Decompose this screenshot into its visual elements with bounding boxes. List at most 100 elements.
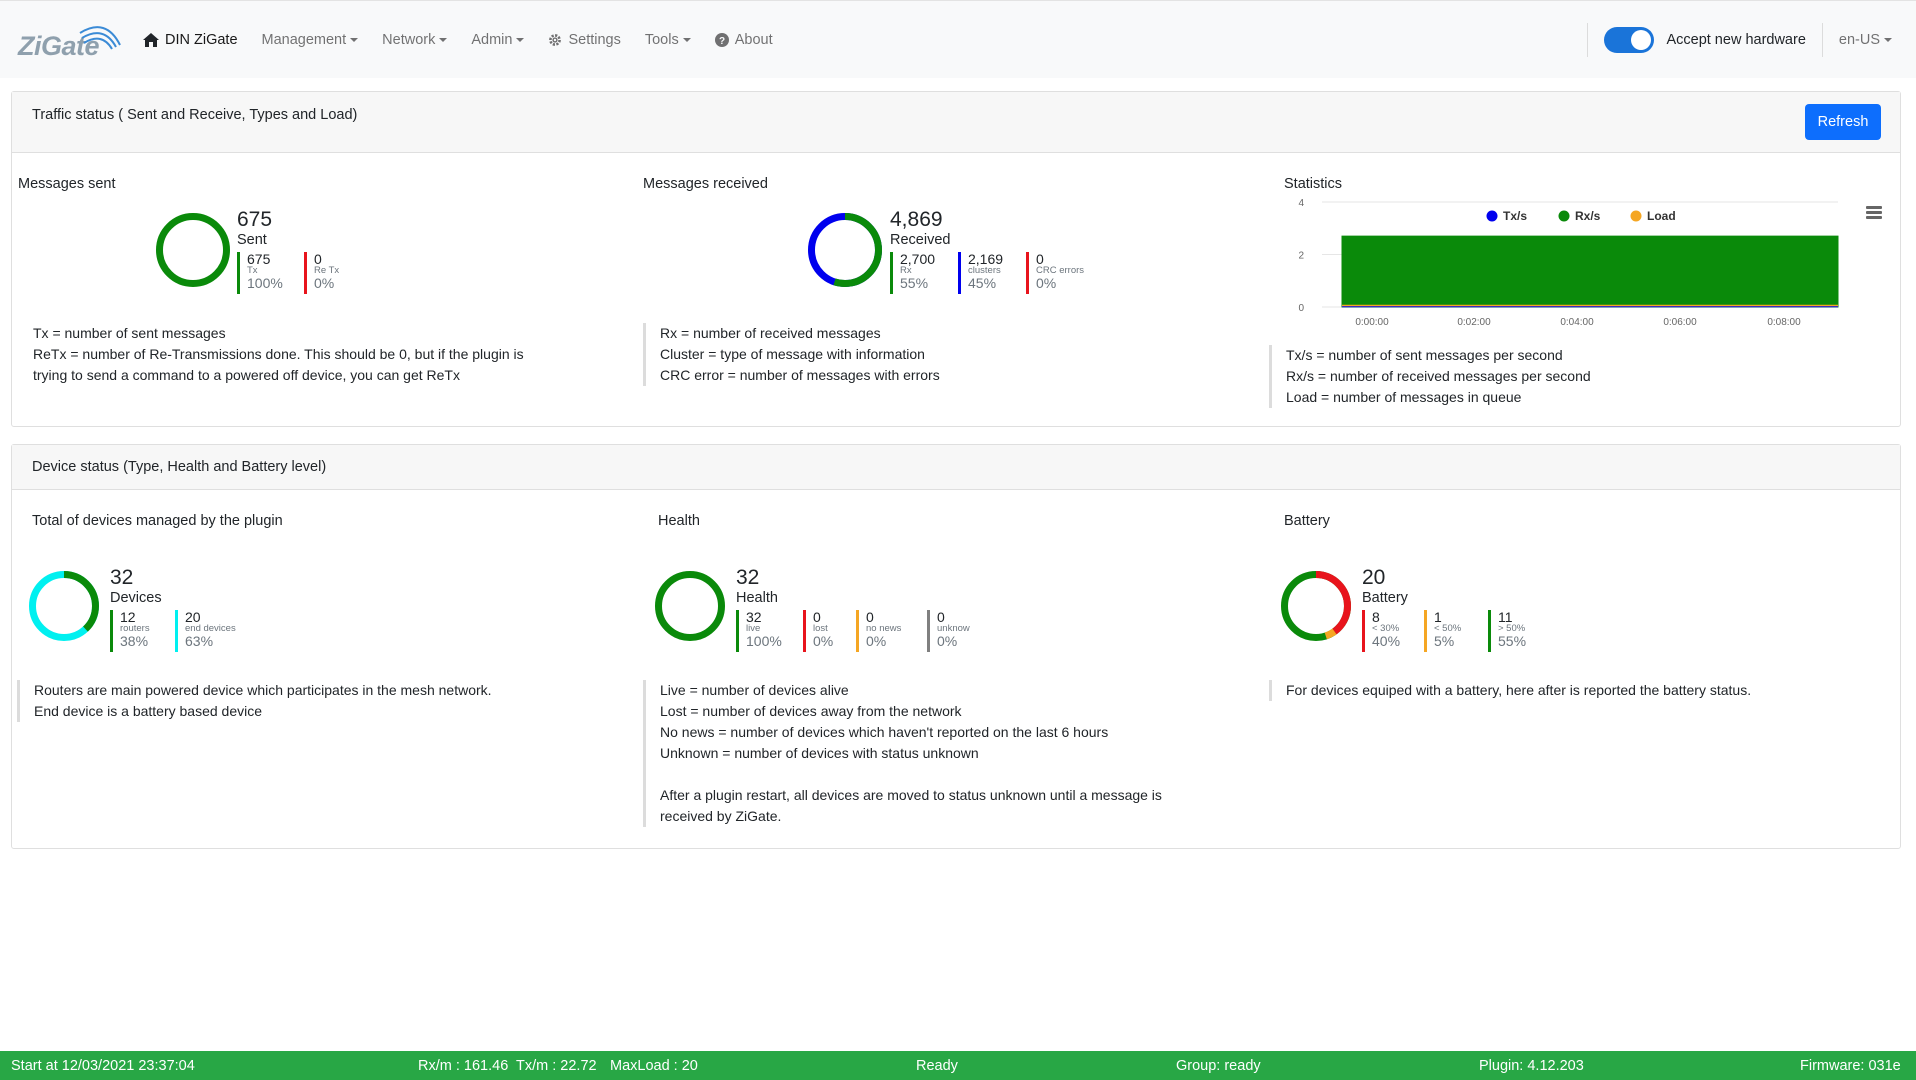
nav-menu: DIN ZiGate Management Network Admin Sett… bbox=[143, 1, 797, 79]
wifi-arc-icon bbox=[79, 26, 121, 50]
stat-value: 0 bbox=[1036, 251, 1044, 267]
stat-value: 32 bbox=[746, 609, 762, 625]
chart-x-tick: 0:08:00 bbox=[1767, 317, 1801, 328]
refresh-button[interactable]: Refresh bbox=[1805, 104, 1881, 140]
nav-management[interactable]: Management bbox=[262, 32, 359, 48]
toggle-knob bbox=[1631, 30, 1652, 50]
stat-routers: 12 routers 38% bbox=[110, 610, 150, 652]
note-line: Routers are main powered device which pa… bbox=[34, 682, 492, 698]
messages-received-total: 4,869 bbox=[890, 208, 943, 231]
battery-count-label: Battery bbox=[1362, 590, 1408, 606]
chart-y-tick: 2 bbox=[1298, 251, 1304, 262]
stat-no-news: 0 no news 0% bbox=[856, 610, 901, 652]
traffic-card-title: Traffic status ( Sent and Receive, Types… bbox=[32, 107, 358, 123]
nav-network[interactable]: Network bbox=[382, 32, 448, 48]
stat-clusters: 2,169 clusters 45% bbox=[958, 252, 1003, 294]
stat-rx: 2,700 Rx 55% bbox=[890, 252, 935, 294]
battery-notes: For devices equiped with a battery, here… bbox=[1269, 680, 1751, 701]
stat-battery-high: 11 > 50% 55% bbox=[1488, 610, 1526, 652]
stat-value: 1 bbox=[1434, 609, 1442, 625]
total-devices-count-label: Devices bbox=[110, 590, 162, 606]
nav-settings[interactable]: Settings bbox=[548, 32, 621, 48]
note-line: ReTx = number of Re-Transmissions done. … bbox=[33, 346, 524, 362]
stat-percent: 0% bbox=[937, 633, 958, 649]
note-line: Rx/s = number of received messages per s… bbox=[1286, 368, 1591, 384]
note-line: After a plugin restart, all devices are … bbox=[660, 787, 1162, 803]
brand-label: DIN ZiGate bbox=[165, 32, 238, 48]
stat-value: 20 bbox=[185, 609, 201, 625]
statistics-notes: Tx/s = number of sent messages per secon… bbox=[1269, 345, 1591, 408]
nav-home-link[interactable]: DIN ZiGate bbox=[143, 32, 238, 48]
messages-received-label: Messages received bbox=[643, 176, 768, 192]
nav-management-label: Management bbox=[261, 32, 347, 48]
health-label: Health bbox=[658, 513, 700, 529]
device-card-title: Device status (Type, Health and Battery … bbox=[32, 459, 327, 475]
accept-hardware-toggle[interactable] bbox=[1604, 27, 1655, 53]
total-devices-donut bbox=[29, 571, 99, 641]
stat-value: 11 bbox=[1498, 609, 1513, 625]
note-line: Cluster = type of message with informati… bbox=[660, 346, 925, 362]
stat-retx: 0 Re Tx 0% bbox=[304, 252, 339, 294]
note-line: Unknown = number of devices with status … bbox=[660, 745, 979, 761]
nav-admin[interactable]: Admin bbox=[471, 32, 525, 48]
battery-donut bbox=[1281, 571, 1351, 641]
messages-received-donut bbox=[808, 213, 882, 287]
messages-received-notes: Rx = number of received messages Cluster… bbox=[643, 323, 940, 386]
stat-percent: 55% bbox=[900, 275, 929, 291]
language-label: en-US bbox=[1838, 32, 1880, 48]
chart-y-tick: 0 bbox=[1298, 303, 1304, 314]
total-devices-notes: Routers are main powered device which pa… bbox=[17, 680, 492, 722]
statistics-label: Statistics bbox=[1284, 176, 1343, 192]
caret-down-icon bbox=[1884, 38, 1892, 42]
stat-percent: 45% bbox=[968, 275, 997, 291]
stat-value: 12 bbox=[120, 609, 136, 625]
stat-live: 32 live 100% bbox=[736, 610, 782, 652]
caret-down-icon bbox=[439, 38, 448, 42]
zigate-logo[interactable]: ZiGate bbox=[14, 19, 121, 61]
accept-hardware-control: Accept new hardware bbox=[1588, 27, 1821, 53]
accept-hardware-label: Accept new hardware bbox=[1666, 32, 1806, 48]
messages-sent-total: 675 bbox=[237, 208, 273, 231]
stat-value: 0 bbox=[813, 609, 821, 625]
stat-percent: 5% bbox=[1434, 633, 1455, 649]
stat-percent: 40% bbox=[1372, 633, 1401, 649]
home-icon bbox=[143, 33, 159, 47]
stat-value: 0 bbox=[937, 609, 945, 625]
note-line: No news = number of devices which haven'… bbox=[660, 724, 1109, 740]
nav-about[interactable]: ? About bbox=[714, 32, 773, 48]
traffic-card-header: Traffic status ( Sent and Receive, Types… bbox=[12, 92, 1900, 153]
navbar: ZiGate DIN ZiGate Management Network Adm… bbox=[0, 0, 1916, 78]
stat-end-devices: 20 end devices 63% bbox=[175, 610, 236, 652]
stat-percent: 0% bbox=[314, 275, 335, 291]
note-line: Lost = number of devices away from the n… bbox=[660, 703, 962, 719]
language-dropdown[interactable]: en-US bbox=[1823, 32, 1916, 48]
stat-unknown: 0 unknow 0% bbox=[927, 610, 970, 652]
nav-network-label: Network bbox=[382, 32, 436, 48]
stat-value: 2,169 bbox=[968, 251, 1004, 267]
stat-percent: 100% bbox=[746, 633, 782, 649]
note-line: Live = number of devices alive bbox=[660, 682, 849, 698]
note-line: Rx = number of received messages bbox=[660, 325, 881, 341]
stat-value: 8 bbox=[1372, 609, 1380, 625]
messages-sent-total-label: Sent bbox=[237, 232, 267, 248]
nav-tools-label: Tools bbox=[644, 32, 679, 48]
chart-menu-icon[interactable] bbox=[1866, 206, 1882, 219]
stat-value: 675 bbox=[247, 251, 271, 267]
stat-battery-medium: 1 < 50% 5% bbox=[1424, 610, 1461, 652]
footer-start-time: Start at 12/03/2021 23:37:04 bbox=[11, 1058, 195, 1074]
chart-legend-label: Rx/s bbox=[1575, 209, 1601, 223]
chart-legend-marker bbox=[1486, 210, 1498, 222]
statistics-chart: 0 2 4 0:00:00 0:02:00 0:04:00 0:06:00 0:08:00 Tx… bbox=[1276, 192, 1882, 332]
footer-status: Ready bbox=[916, 1058, 958, 1074]
note-line: Tx/s = number of sent messages per secon… bbox=[1286, 347, 1563, 363]
stat-percent: 0% bbox=[866, 633, 887, 649]
stat-crc-errors: 0 CRC errors 0% bbox=[1026, 252, 1084, 294]
statistics-chart-svg: 0 2 4 0:00:00 0:02:00 0:04:00 0:06:00 0:08:00 Tx… bbox=[1298, 198, 1839, 328]
caret-down-icon bbox=[350, 38, 359, 42]
stat-percent: 100% bbox=[247, 275, 283, 291]
nav-tools[interactable]: Tools bbox=[645, 32, 691, 48]
caret-down-icon bbox=[516, 38, 525, 42]
footer-tx-rate: Tx/m : 22.72 bbox=[516, 1058, 597, 1074]
stat-percent: 0% bbox=[813, 633, 834, 649]
stat-percent: 38% bbox=[120, 633, 149, 649]
